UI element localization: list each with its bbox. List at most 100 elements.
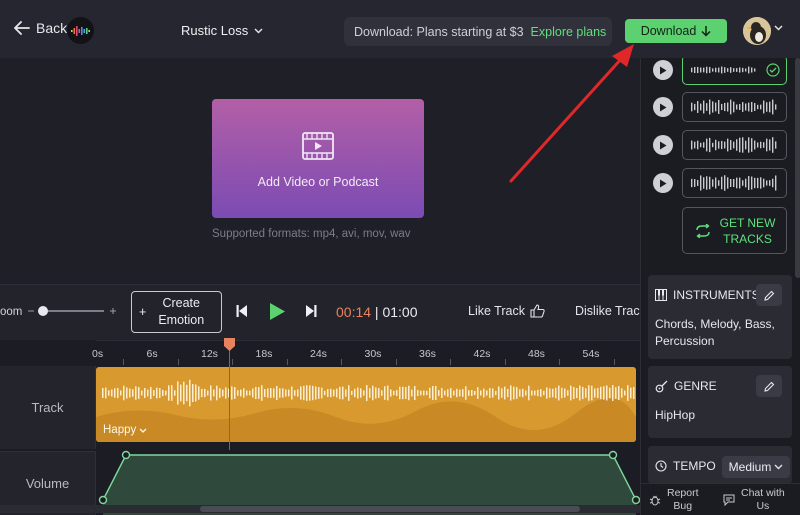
- waveform-bar: [594, 388, 596, 398]
- mini-waveform-bar: [766, 102, 768, 112]
- tempo-value: Medium: [728, 460, 772, 474]
- waveform-bar: [633, 387, 635, 399]
- mini-waveform-bar: [739, 177, 741, 189]
- waveform-bar: [312, 385, 314, 401]
- edit-genre-button[interactable]: [756, 375, 782, 397]
- waveform-bar: [168, 385, 170, 401]
- waveform-bar: [531, 390, 533, 396]
- volume-point[interactable]: [98, 495, 108, 505]
- play-variation-button[interactable]: [653, 97, 673, 117]
- mood-dropdown[interactable]: Happy: [103, 424, 147, 436]
- scrollbar-thumb[interactable]: [200, 506, 580, 512]
- play-icon: [660, 66, 667, 74]
- like-track-button[interactable]: Like Track: [468, 304, 545, 318]
- waveform-bar: [618, 386, 620, 400]
- waveform-bar: [453, 390, 455, 396]
- mini-waveform-bar: [697, 140, 699, 150]
- download-button[interactable]: Download: [625, 19, 727, 43]
- arrow-left-icon: [14, 21, 30, 35]
- volume-point[interactable]: [631, 495, 640, 505]
- pencil-icon: [763, 381, 774, 392]
- waveform-bar: [438, 390, 440, 396]
- variation-waveform-selected[interactable]: [682, 58, 787, 85]
- waveform-bar: [588, 385, 590, 401]
- waveform-bar: [351, 390, 353, 396]
- waveform-bar: [471, 390, 473, 396]
- waveform-bar: [354, 388, 356, 398]
- mini-waveform-bar: [694, 66, 696, 74]
- waveform-bar: [480, 390, 482, 396]
- play-icon[interactable]: [268, 302, 286, 321]
- mini-waveform-bar: [757, 104, 759, 110]
- waveform-bar: [321, 387, 323, 399]
- mini-waveform-bar: [760, 141, 762, 149]
- waveform-bar: [261, 385, 263, 401]
- waveform-bar: [213, 389, 215, 397]
- chevron-down-icon: [774, 464, 783, 470]
- create-emotion-button[interactable]: + Create Emotion: [131, 291, 222, 333]
- variation-waveform[interactable]: [682, 92, 787, 122]
- timeline: 0s 6s 12s 18s 24s 30s 36s 42s 48s 54s Track Happy…: [0, 338, 640, 515]
- play-variation-button[interactable]: [653, 173, 673, 193]
- waveform-bar: [195, 384, 197, 402]
- time-ruler[interactable]: 0s 6s 12s 18s 24s 30s 36s 42s 48s 54s: [92, 340, 640, 366]
- playhead-marker[interactable]: [223, 338, 236, 352]
- waveform-bar: [561, 387, 563, 399]
- app-logo[interactable]: [67, 17, 94, 44]
- volume-point[interactable]: [121, 450, 131, 460]
- mood-label: Happy: [103, 424, 137, 436]
- waveform-bar: [357, 387, 359, 399]
- waveform-bar: [435, 385, 437, 401]
- skip-forward-icon[interactable]: [302, 303, 318, 319]
- zoom-slider[interactable]: [26, 304, 118, 318]
- mini-waveform-bar: [694, 103, 696, 111]
- genre-header: GENRE: [655, 379, 717, 393]
- waveform-bar: [255, 386, 257, 400]
- waveform-bar: [114, 388, 116, 398]
- volume-point[interactable]: [608, 450, 618, 460]
- track-clip[interactable]: Happy: [96, 367, 636, 442]
- mini-waveform-bar: [736, 139, 738, 151]
- get-new-line2: TRACKS: [723, 231, 772, 246]
- waveform-bar: [222, 389, 224, 397]
- sidebar-scrollbar[interactable]: [795, 58, 800, 278]
- mini-waveform-bar: [706, 103, 708, 111]
- report-bug-button[interactable]: Report Bug: [649, 487, 699, 513]
- waveform-bar: [276, 385, 278, 401]
- waveform-bar: [630, 387, 632, 399]
- waveform-bar: [120, 390, 122, 396]
- create-emotion-line1: Create: [162, 296, 200, 310]
- back-button[interactable]: Back: [14, 20, 67, 36]
- mini-waveform-bar: [718, 180, 720, 186]
- waveform-bar: [150, 386, 152, 400]
- waveform-bar: [267, 388, 269, 398]
- waveform-bar: [369, 388, 371, 398]
- track-title-dropdown[interactable]: Rustic Loss: [181, 23, 263, 38]
- waveform-bar: [204, 388, 206, 398]
- waveform-bar: [231, 386, 233, 400]
- variation-waveform[interactable]: [682, 130, 787, 160]
- variation-waveform[interactable]: [682, 168, 787, 198]
- dislike-track-button[interactable]: Dislike Trac: [575, 304, 640, 318]
- ruler-tick-label: 24s: [310, 348, 327, 360]
- play-variation-button[interactable]: [653, 135, 673, 155]
- waveform-bar: [591, 385, 593, 401]
- mini-waveform-bar: [748, 102, 750, 112]
- chat-with-us-button[interactable]: Chat with Us: [723, 487, 785, 513]
- get-new-tracks-button[interactable]: GET NEW TRACKS: [682, 207, 787, 254]
- waveform-bar: [564, 388, 566, 398]
- skip-back-icon[interactable]: [235, 303, 251, 319]
- chevron-down-icon[interactable]: [774, 25, 783, 31]
- track-row-label: Track: [0, 366, 96, 449]
- user-avatar[interactable]: [743, 17, 771, 45]
- explore-plans-link[interactable]: Explore plans: [531, 25, 607, 39]
- tempo-dropdown[interactable]: Medium: [722, 456, 790, 478]
- ruler-tick: [450, 359, 451, 365]
- add-video-button[interactable]: Add Video or Podcast: [212, 99, 424, 218]
- edit-instruments-button[interactable]: [756, 284, 782, 306]
- waveform-bar: [282, 388, 284, 398]
- play-variation-button[interactable]: [653, 60, 673, 80]
- horizontal-scrollbar[interactable]: [0, 505, 640, 513]
- mini-waveform-bar: [751, 176, 753, 190]
- waveform-bar: [450, 388, 452, 398]
